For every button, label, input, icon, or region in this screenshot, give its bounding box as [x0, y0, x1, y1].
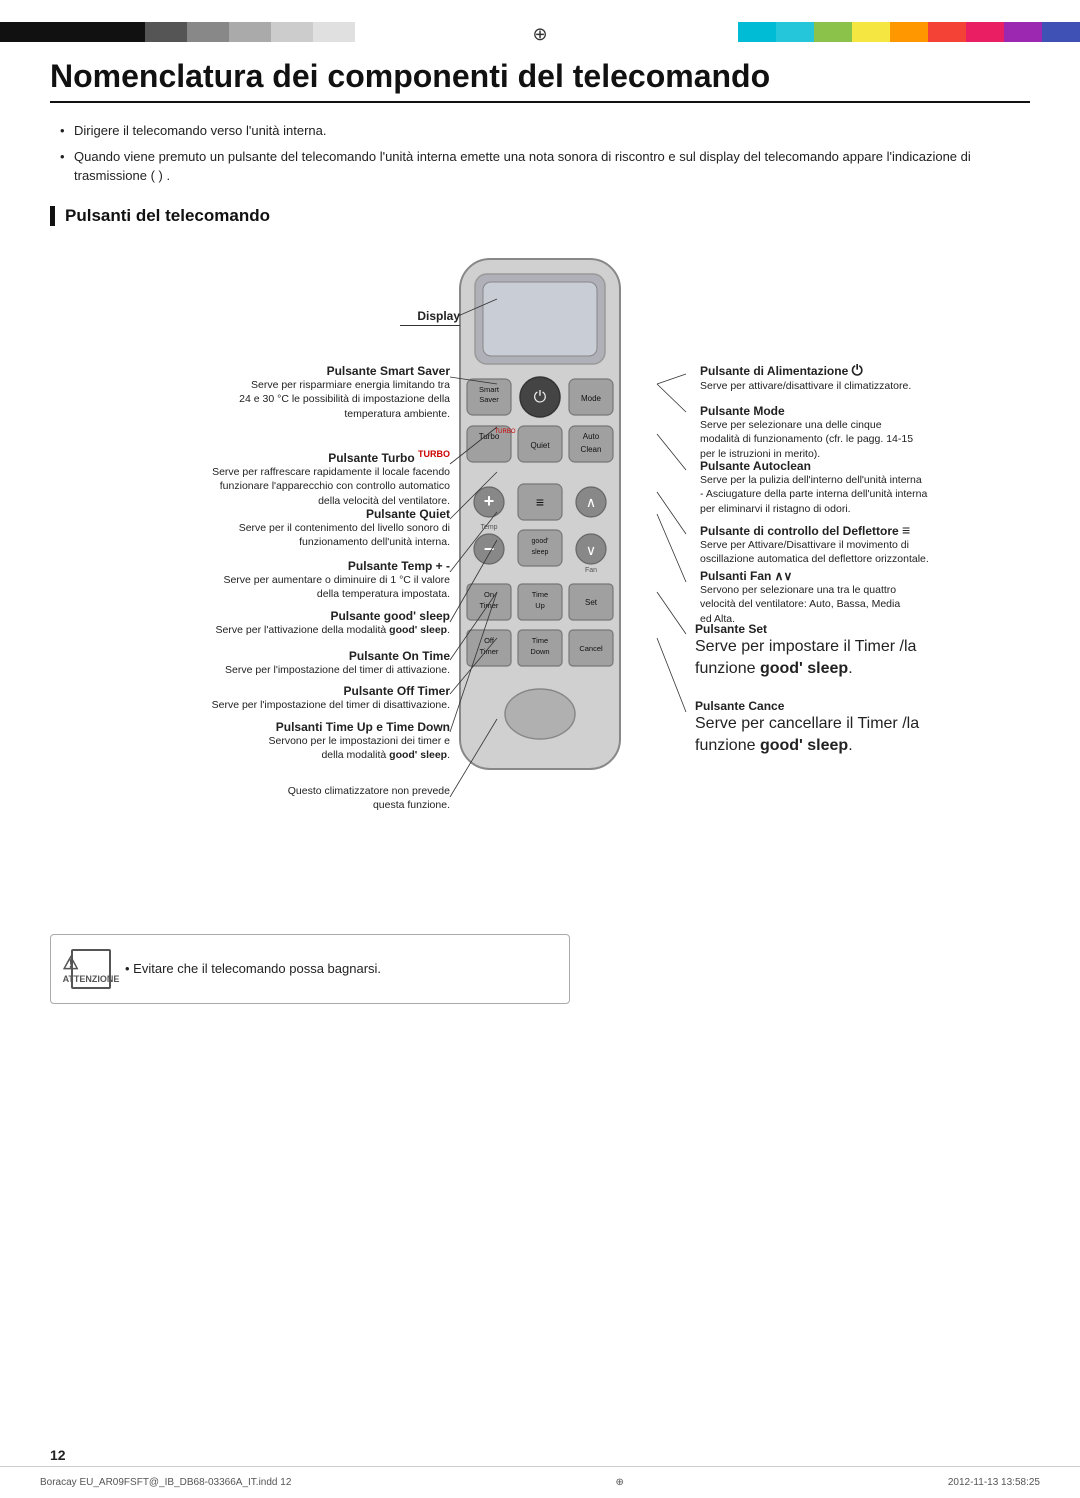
label-no-function: Questo climatizzatore non prevedequesta … [170, 784, 450, 813]
svg-text:TURBO: TURBO [495, 429, 516, 435]
svg-text:≡: ≡ [536, 494, 544, 510]
svg-text:−: − [484, 539, 495, 559]
svg-text:⏻: ⏻ [534, 389, 547, 406]
warning-text: • Evitare che il telecomando possa bagna… [125, 961, 381, 976]
svg-text:Fan: Fan [585, 567, 597, 574]
footer-center: ⊕ [615, 1477, 623, 1488]
label-smart-saver: Pulsante Smart Saver Serve per risparmia… [110, 364, 450, 422]
footer: Boracay EU_AR09FSFT@_IB_DB68-03366A_IT.i… [0, 1466, 1080, 1498]
bar-white [313, 22, 355, 42]
label-deflettore: Pulsante di controllo del Deflettore ≡ S… [700, 522, 1030, 567]
bar-black1 [0, 22, 90, 42]
bar-green [814, 22, 852, 42]
label-autoclean: Pulsante Autoclean Serve per la pulizia … [700, 459, 1030, 517]
top-bar-left [0, 22, 540, 42]
warning-icon: ⚠ ATTENZIONE [71, 949, 111, 989]
bar-teal [776, 22, 814, 42]
bar-black2 [90, 22, 145, 42]
bar-lightgray [229, 22, 271, 42]
warning-label: ATTENZIONE [63, 974, 120, 984]
svg-text:Timer: Timer [480, 601, 499, 610]
svg-text:Quiet: Quiet [530, 441, 550, 450]
svg-text:Set: Set [585, 598, 598, 607]
svg-text:good': good' [532, 538, 549, 545]
bar-pink [966, 22, 1004, 42]
remote-svg: Smart Saver ⏻ Mode Turbo TURBO Quiet Aut… [445, 254, 635, 774]
bar-gray [187, 22, 229, 42]
bar-yellow [852, 22, 890, 42]
svg-text:sleep: sleep [532, 549, 549, 556]
svg-text:∨: ∨ [586, 542, 596, 558]
bar-darkgray [145, 22, 187, 42]
section-heading: Pulsanti del telecomando [50, 206, 1030, 226]
svg-text:Off: Off [484, 636, 495, 645]
label-quiet: Pulsante Quiet Serve per il contenimento… [170, 507, 450, 550]
svg-text:Clean: Clean [581, 445, 602, 454]
svg-text:Time: Time [532, 636, 548, 645]
footer-left: Boracay EU_AR09FSFT@_IB_DB68-03366A_IT.i… [40, 1477, 291, 1488]
intro-bullets: Dirigere il telecomando verso l'unità in… [50, 121, 1030, 186]
bullet-2: Quando viene premuto un pulsante del tel… [60, 147, 1030, 186]
label-temp: Pulsante Temp + - Serve per aumentare o … [170, 559, 450, 602]
label-fan: Pulsanti Fan ∧∨ Servono per selezionare … [700, 569, 1030, 627]
label-display: Display [260, 309, 460, 326]
bar-indigo [1042, 22, 1080, 42]
bar-purple [1004, 22, 1042, 42]
svg-text:Auto: Auto [583, 432, 600, 441]
bar-silver [271, 22, 313, 42]
label-turbo: Pulsante Turbo TURBO Serve per raffresca… [110, 449, 450, 509]
remote-control: Smart Saver ⏻ Mode Turbo TURBO Quiet Aut… [445, 254, 635, 777]
diagram-container: Smart Saver ⏻ Mode Turbo TURBO Quiet Aut… [50, 244, 1030, 924]
svg-text:Time: Time [532, 590, 548, 599]
page-number: 12 [50, 1447, 66, 1463]
label-cancel: Pulsante Cance Serve per cancellare il T… [695, 699, 1035, 758]
label-off-timer: Pulsante Off Timer Serve per l'impostazi… [170, 684, 450, 713]
svg-text:Timer: Timer [480, 647, 499, 656]
label-good-sleep: Pulsante good' sleep Serve per l'attivaz… [170, 609, 450, 638]
warning-box: ⚠ ATTENZIONE • Evitare che il telecomand… [50, 934, 570, 1004]
svg-text:Saver: Saver [479, 395, 499, 404]
svg-text:+: + [484, 491, 495, 511]
bar-orange [890, 22, 928, 42]
bullet-1: Dirigere il telecomando verso l'unità in… [60, 121, 1030, 141]
bar-cyan [738, 22, 776, 42]
label-mode: Pulsante Mode Serve per selezionare una … [700, 404, 1030, 462]
label-set: Pulsante Set Serve per impostare il Time… [695, 622, 1035, 681]
svg-text:Up: Up [535, 601, 545, 610]
page-title: Nomenclatura dei componenti del telecoma… [50, 58, 1030, 103]
svg-text:Temp: Temp [480, 524, 497, 531]
label-time-updown: Pulsanti Time Up e Time Down Servono per… [130, 720, 450, 763]
svg-text:Down: Down [530, 647, 549, 656]
svg-text:Cancel: Cancel [579, 644, 603, 653]
footer-right: 2012-11-13 13:58:25 [948, 1477, 1040, 1488]
svg-text:∧: ∧ [586, 494, 596, 510]
svg-text:Mode: Mode [581, 394, 602, 403]
svg-text:On: On [484, 590, 494, 599]
bar-red [928, 22, 966, 42]
label-power: Pulsante di Alimentazione ⏻ Serve per at… [700, 362, 1030, 394]
label-on-timer: Pulsante On Time Serve per l'impostazion… [170, 649, 450, 678]
top-bar-right [540, 22, 1080, 42]
svg-text:Smart: Smart [479, 385, 500, 394]
